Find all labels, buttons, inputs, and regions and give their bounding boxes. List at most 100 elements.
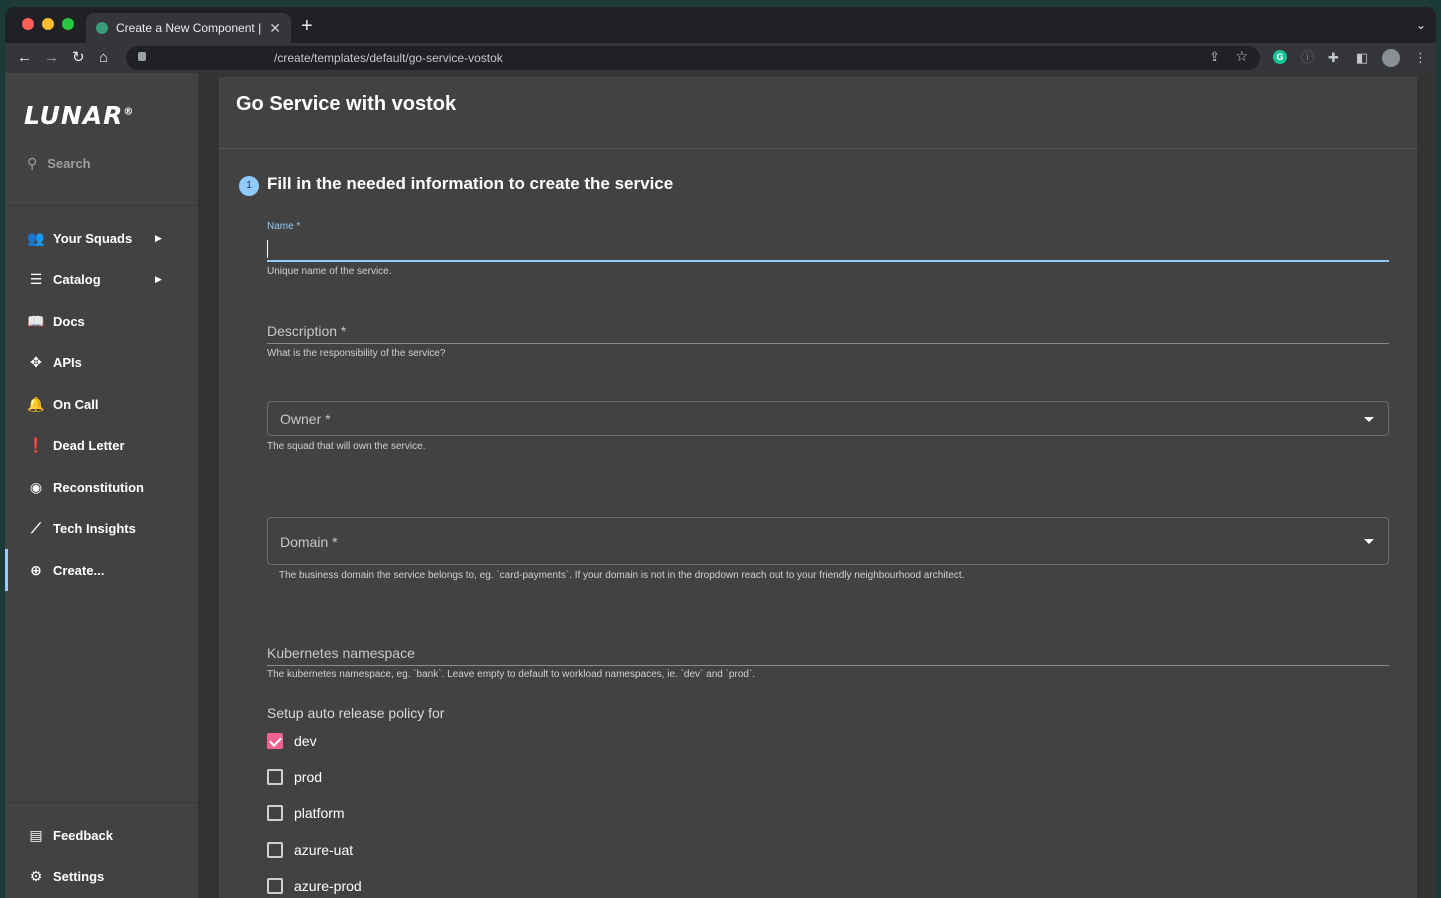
people-icon: 👥 [27, 229, 45, 246]
step-title: Fill in the needed information to create… [267, 174, 674, 193]
checkbox-unchecked-icon[interactable] [267, 805, 283, 822]
list-icon: ☰ [29, 271, 43, 287]
sidebar-item-your-squads[interactable]: 👥 Your Squads ▶ [5, 223, 198, 253]
lock-icon [138, 52, 146, 61]
domain-select-box[interactable]: Domain * [267, 517, 1389, 565]
release-policy-option-azure-prod[interactable]: azure-prod [267, 876, 362, 896]
sidebar-item-label: Dead Letter [53, 438, 125, 453]
namespace-label: Kubernetes namespace [267, 645, 415, 661]
sidebar-item-settings[interactable]: ⚙ Settings [5, 862, 198, 892]
sidebar-item-catalog[interactable]: ☰ Catalog ▶ [5, 265, 198, 295]
release-policy-option-azure-uat[interactable]: azure-uat [267, 840, 353, 860]
close-window-button[interactable] [22, 18, 34, 30]
lunar-logo[interactable]: LUNAR® [24, 101, 134, 130]
release-policy-option-dev[interactable]: dev [267, 731, 317, 751]
sidebar-item-label: Your Squads [53, 230, 133, 246]
sidebar-item-feedback[interactable]: ▤ Feedback [5, 820, 198, 850]
window-controls [22, 18, 74, 30]
checkbox-label: azure-prod [294, 877, 362, 894]
name-field[interactable]: Name * Unique name of the service. [267, 221, 1389, 281]
domain-helper: The business domain the service belongs … [279, 570, 965, 581]
description-input-underline[interactable] [267, 343, 1389, 344]
favicon-icon [96, 22, 108, 34]
side-panel-icon[interactable]: ◧ [1356, 50, 1368, 66]
owner-select[interactable]: Owner * The squad that will own the serv… [267, 401, 1389, 461]
sidebar-item-apis[interactable]: ✥ APIs [5, 348, 198, 378]
reload-icon[interactable]: ↻ [72, 49, 85, 67]
sidebar-item-label: Tech Insights [53, 521, 136, 536]
namespace-input-underline[interactable] [267, 665, 1389, 666]
checkbox-checked-icon[interactable] [267, 733, 283, 749]
namespace-field[interactable]: Kubernetes namespace The kubernetes name… [267, 645, 1389, 690]
grammarly-extension-icon[interactable]: G [1273, 50, 1287, 64]
new-tab-icon[interactable]: + [301, 16, 313, 36]
sidebar-item-create[interactable]: ⊕ Create... [5, 549, 198, 591]
home-icon[interactable]: ⌂ [99, 49, 108, 67]
bell-icon: 🔔 [27, 395, 45, 412]
kebab-menu-icon[interactable]: ⋮ [1414, 50, 1427, 66]
name-input-underline[interactable] [267, 260, 1389, 262]
minimize-window-button[interactable] [42, 18, 54, 30]
puzzle-extensions-icon[interactable]: ✚ [1328, 50, 1339, 66]
browser-tab[interactable]: Create a New Component | Lunar ✕ [86, 13, 291, 43]
description-label: Description * [267, 323, 347, 339]
checkbox-label: dev [294, 733, 317, 749]
sidebar-item-tech-insights[interactable]: ⟋ Tech Insights [5, 514, 198, 544]
close-tab-icon[interactable]: ✕ [269, 20, 281, 37]
checkbox-label: azure-uat [294, 841, 354, 858]
chevron-down-icon[interactable]: ⌄ [1416, 18, 1426, 32]
sidebar-item-label: Docs [53, 313, 85, 329]
dropdown-arrow-icon[interactable] [1364, 539, 1374, 544]
share-icon[interactable]: ⇪ [1209, 49, 1220, 65]
checkbox-unchecked-icon[interactable] [267, 769, 283, 786]
step-number-badge: 1 [239, 176, 259, 196]
tab-strip: Create a New Component | Lunar ✕ + ⌄ [5, 7, 1436, 43]
dropdown-arrow-icon[interactable] [1364, 417, 1374, 422]
description-field[interactable]: Description * What is the responsibility… [267, 323, 1389, 368]
name-helper: Unique name of the service. [267, 266, 392, 277]
release-policy-option-prod[interactable]: prod [267, 767, 322, 787]
checkbox-unchecked-icon[interactable] [267, 877, 283, 894]
name-label: Name * [267, 221, 301, 232]
info-extension-icon[interactable]: ⓘ [1301, 50, 1314, 66]
text-cursor [267, 240, 268, 258]
book-icon: 📖 [27, 312, 45, 329]
api-icon: ✥ [30, 354, 42, 370]
sidebar-item-dead-letter[interactable]: ❗ Dead Letter [5, 431, 198, 461]
search-label: Search [47, 156, 91, 171]
search-icon: ⚲ [27, 155, 38, 171]
profile-avatar[interactable] [1382, 49, 1400, 67]
url-text: /create/templates/default/go-service-vos… [274, 51, 503, 65]
forward-icon[interactable]: → [44, 49, 59, 67]
sidebar-item-label: Reconstitution [53, 479, 144, 495]
namespace-helper: The kubernetes namespace, eg. `bank`. Le… [267, 669, 756, 680]
logo-text: LUNAR [24, 101, 124, 130]
back-icon[interactable]: ← [17, 49, 32, 67]
owner-select-box[interactable]: Owner * [267, 401, 1389, 436]
sidebar-item-label: Feedback [53, 827, 113, 843]
sidebar-item-label: Catalog [53, 272, 101, 287]
domain-select[interactable]: Domain * The business domain the service… [267, 517, 1389, 587]
chevron-right-icon[interactable]: ▶ [155, 233, 162, 244]
release-policy-label: Setup auto release policy for [267, 705, 445, 721]
tab-title: Create a New Component | Lunar [116, 21, 263, 35]
release-policy-option-platform[interactable]: platform [267, 803, 345, 823]
sidebar-item-reconstitution[interactable]: ◉ Reconstitution [5, 472, 198, 502]
chevron-right-icon[interactable]: ▶ [155, 274, 162, 285]
search-button[interactable]: ⚲ Search [27, 155, 91, 172]
gear-icon: ⚙ [29, 868, 43, 884]
main-panel: Go Service with vostok 1 Fill in the nee… [219, 77, 1417, 898]
checkbox-unchecked-icon[interactable] [267, 841, 283, 858]
sidebar-divider [5, 205, 198, 206]
bookmark-star-icon[interactable]: ☆ [1235, 48, 1248, 65]
address-bar[interactable]: /create/templates/default/go-service-vos… [126, 46, 1260, 70]
browser-toolbar: ← → ↻ ⌂ /create/templates/default/go-ser… [5, 43, 1436, 73]
compass-icon: ◉ [29, 478, 43, 495]
title-divider [219, 148, 1417, 149]
maximize-window-button[interactable] [62, 18, 74, 30]
page-content: LUNAR® ⚲ Search 👥 Your Squads ▶ ☰ Catalog ▶ 📖 D… [5, 73, 1436, 898]
sidebar-item-label: Settings [53, 869, 105, 884]
sidebar-item-label: Create... [53, 562, 105, 578]
sidebar-item-docs[interactable]: 📖 Docs [5, 306, 198, 336]
sidebar-item-on-call[interactable]: 🔔 On Call [5, 389, 198, 419]
